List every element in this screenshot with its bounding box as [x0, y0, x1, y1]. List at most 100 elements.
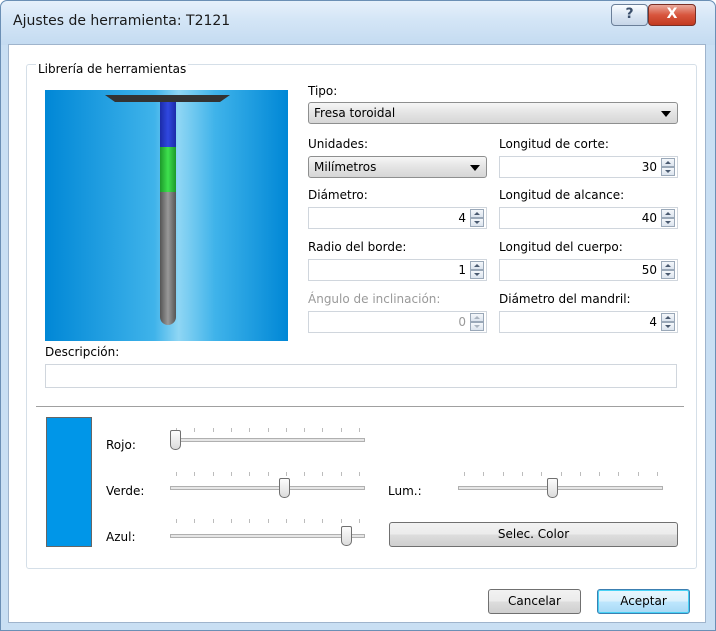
- chevron-down-icon: [470, 165, 480, 171]
- slider-tick: [340, 428, 342, 432]
- tool-library-group-label: Librería de herramientas: [36, 62, 189, 76]
- slider-tick: [304, 472, 306, 476]
- slider-tick: [483, 472, 485, 476]
- longitud-corte-spinbox[interactable]: 30: [499, 156, 678, 178]
- close-button[interactable]: X: [648, 4, 696, 26]
- spin-up-icon[interactable]: [661, 313, 675, 322]
- spin-up-icon[interactable]: [661, 158, 675, 167]
- slider-tick: [464, 472, 465, 476]
- help-icon: ?: [625, 6, 634, 22]
- slider-tick: [230, 428, 232, 432]
- slider-tick: [285, 519, 287, 523]
- slider-thumb[interactable]: [341, 526, 353, 546]
- slider-tick: [304, 428, 306, 432]
- spin-up-icon[interactable]: [470, 209, 484, 218]
- spin-down-icon[interactable]: [470, 270, 484, 279]
- spin-down-icon[interactable]: [661, 322, 675, 331]
- slider-tick: [304, 519, 306, 523]
- spin-up-icon: [470, 313, 484, 322]
- slider-tick: [618, 472, 620, 476]
- spin-up-icon[interactable]: [661, 209, 675, 218]
- unidades-label: Unidades:: [308, 137, 368, 151]
- slider-tick: [340, 472, 342, 476]
- slider-track[interactable]: [170, 486, 365, 490]
- spin-down-icon[interactable]: [470, 218, 484, 227]
- slider-tick: [657, 472, 658, 476]
- radio-borde-spinbox[interactable]: 1: [308, 259, 487, 281]
- slider-tick: [230, 472, 232, 476]
- slider-tick: [599, 472, 601, 476]
- slider-tick: [579, 472, 581, 476]
- slider-thumb[interactable]: [278, 478, 290, 498]
- slider-tick: [230, 519, 232, 523]
- longitud-cuerpo-label: Longitud del cuerpo:: [499, 240, 623, 254]
- diametro-label: Diámetro:: [308, 188, 368, 202]
- slider-tick: [194, 428, 196, 432]
- tipo-select[interactable]: Fresa toroidal: [308, 102, 678, 124]
- spin-down-icon[interactable]: [661, 270, 675, 279]
- longitud-cuerpo-spinbox[interactable]: 50: [499, 259, 678, 281]
- diametro-mandril-spinbox[interactable]: 4: [499, 311, 678, 333]
- slider-tick: [285, 428, 287, 432]
- cancel-button[interactable]: Cancelar: [488, 589, 581, 614]
- slider-track[interactable]: [458, 486, 663, 490]
- slider-tick: [541, 472, 543, 476]
- spin-up-icon[interactable]: [661, 261, 675, 270]
- longitud-cuerpo-value: 50: [641, 263, 657, 277]
- slider-tick: [249, 472, 251, 476]
- slider-tick: [502, 472, 504, 476]
- slider-tick: [285, 472, 287, 476]
- slider-tick: [212, 472, 214, 476]
- slider-tick: [560, 472, 562, 476]
- slider-tick: [521, 472, 523, 476]
- diametro-mandril-value: 4: [649, 315, 657, 329]
- longitud-alcance-spinbox[interactable]: 40: [499, 207, 678, 229]
- spin-up-icon[interactable]: [470, 261, 484, 270]
- slider-tick: [194, 472, 196, 476]
- tool-shank-blue-graphic: [160, 102, 176, 147]
- unidades-select[interactable]: Milímetros: [308, 156, 487, 178]
- descripcion-label: Descripción:: [45, 345, 120, 359]
- diametro-spinbox[interactable]: 4: [308, 207, 487, 229]
- slider-tick: [359, 428, 360, 432]
- radio-borde-value: 1: [458, 263, 466, 277]
- slider-tick: [322, 472, 324, 476]
- separator: [36, 406, 684, 408]
- radio-borde-label: Radio del borde:: [308, 240, 407, 254]
- color-swatch: [46, 417, 92, 547]
- slider-tick: [176, 519, 177, 523]
- slider-tick: [176, 472, 177, 476]
- help-button[interactable]: ?: [611, 4, 648, 26]
- tipo-value: Fresa toroidal: [314, 106, 396, 120]
- tool-holder-graphic: [105, 95, 230, 102]
- title-bar[interactable]: Ajustes de herramienta: T2121 ? X: [1, 1, 715, 45]
- slider-tick: [249, 428, 251, 432]
- slider-thumb[interactable]: [547, 478, 559, 498]
- longitud-corte-label: Longitud de corte:: [499, 137, 609, 151]
- diametro-value: 4: [458, 211, 466, 225]
- unidades-value: Milímetros: [314, 160, 377, 174]
- slider-tick: [637, 472, 639, 476]
- tool-preview: [45, 90, 288, 341]
- lum-label: Lum.:: [388, 484, 422, 498]
- ok-button[interactable]: Aceptar: [597, 589, 690, 614]
- verde-label: Verde:: [106, 484, 145, 498]
- select-color-button[interactable]: Selec. Color: [389, 522, 678, 547]
- tool-shank-green-graphic: [160, 147, 176, 192]
- longitud-alcance-label: Longitud de alcance:: [499, 188, 625, 202]
- slider-tick: [340, 519, 342, 523]
- slider-tick: [249, 519, 251, 523]
- close-icon: X: [666, 6, 678, 22]
- slider-tick: [212, 519, 214, 523]
- slider-track[interactable]: [170, 438, 365, 442]
- rojo-label: Rojo:: [106, 438, 136, 452]
- slider-tick: [194, 519, 196, 523]
- slider-thumb[interactable]: [170, 430, 181, 450]
- slider-tick: [322, 428, 324, 432]
- slider-track[interactable]: [170, 534, 365, 538]
- spin-down-icon: [470, 322, 484, 331]
- spin-down-icon[interactable]: [661, 218, 675, 227]
- spin-down-icon[interactable]: [661, 167, 675, 176]
- descripcion-field[interactable]: [45, 364, 677, 388]
- longitud-alcance-value: 40: [641, 211, 657, 225]
